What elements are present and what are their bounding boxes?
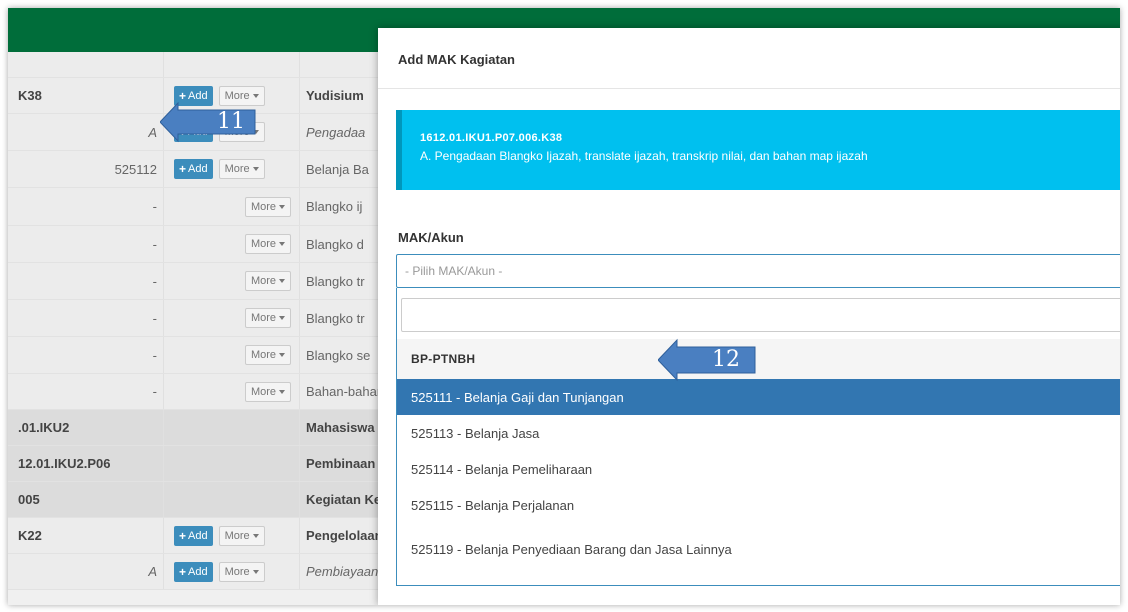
more-button-label: More: [250, 238, 276, 250]
row-code: -: [152, 236, 157, 252]
more-button-label: More: [250, 312, 276, 324]
row-actions: More: [163, 188, 300, 225]
caret-down-icon: [279, 242, 285, 246]
annotation-12-label: 12: [712, 347, 740, 372]
row-code: -: [152, 199, 157, 214]
row-actions: [163, 410, 300, 445]
row-actions: +Add More: [163, 518, 300, 553]
left-arrow-icon: [658, 338, 756, 382]
row-code: -: [152, 310, 157, 326]
plus-icon: +: [179, 564, 187, 579]
row-code: -: [152, 273, 157, 289]
annotation-11: 11: [160, 101, 260, 143]
row-code: K22: [18, 528, 42, 543]
row-code: -: [152, 347, 157, 363]
callout-text: A. Pengadaan Blangko Ijazah, translate i…: [420, 149, 868, 163]
more-button-label: More: [224, 89, 250, 102]
row-actions: [163, 482, 300, 517]
more-button[interactable]: More: [218, 525, 265, 546]
caret-down-icon: [252, 533, 259, 538]
row-code: A: [148, 564, 157, 579]
caret-down-icon: [279, 353, 285, 357]
dropdown-option[interactable]: 525115 - Belanja Perjalanan: [397, 487, 1120, 523]
row-code: 12.01.IKU2.P06: [18, 456, 111, 471]
row-actions: More: [163, 337, 300, 373]
add-button-label: Add: [188, 529, 208, 542]
row-actions: [163, 52, 300, 77]
row-actions: More: [163, 263, 300, 299]
more-button-label: More: [250, 349, 276, 361]
caret-down-icon: [252, 569, 259, 574]
caret-down-icon: [279, 389, 285, 394]
add-button-label: Add: [188, 565, 208, 578]
info-callout: 1612.01.IKU1.P07.006.K38 A. Pengadaan Bl…: [396, 110, 1120, 190]
more-button[interactable]: More: [218, 561, 265, 582]
caret-down-icon: [279, 279, 285, 283]
dropdown-option[interactable]: 525119 - Belanja Penyediaan Barang dan J…: [397, 531, 1120, 567]
row-actions: +Add More: [163, 554, 300, 589]
mak-akun-dropdown: BP-PTNBH 525111 - Belanja Gaji dan Tunja…: [396, 288, 1120, 586]
row-actions: +Add More: [163, 151, 300, 187]
modal-divider: [378, 88, 1120, 89]
row-code: -: [152, 384, 157, 399]
more-button-label: More: [250, 385, 276, 398]
annotation-12: 12: [658, 338, 760, 382]
more-button[interactable]: More: [244, 345, 291, 365]
more-button[interactable]: More: [244, 308, 291, 328]
row-code: 005: [18, 492, 40, 507]
modal-title: Add MAK Kagiatan: [398, 52, 515, 67]
dropdown-search-input[interactable]: [401, 298, 1120, 332]
more-button-label: More: [224, 163, 250, 175]
app-frame: K38+AddMoreYudisiumA+AddMorePengadaa5251…: [8, 8, 1120, 605]
caret-down-icon: [252, 167, 259, 171]
more-button[interactable]: More: [244, 196, 291, 217]
dropdown-option[interactable]: 525113 - Belanja Jasa: [397, 415, 1120, 451]
add-button-label: Add: [188, 163, 208, 175]
row-code: A: [148, 124, 157, 140]
row-code: K38: [18, 88, 42, 103]
mak-akun-label: MAK/Akun: [398, 230, 464, 245]
caret-down-icon: [279, 204, 285, 209]
add-button[interactable]: +Add: [174, 159, 213, 179]
add-button-label: Add: [188, 89, 208, 102]
caret-down-icon: [279, 316, 285, 320]
row-actions: [163, 446, 300, 481]
add-mak-modal: Add MAK Kagiatan 1612.01.IKU1.P07.006.K3…: [378, 28, 1120, 605]
select-placeholder: - Pilih MAK/Akun -: [405, 264, 503, 278]
more-button[interactable]: More: [218, 159, 265, 179]
more-button-label: More: [224, 565, 250, 578]
more-button[interactable]: More: [244, 381, 291, 402]
plus-icon: +: [179, 528, 187, 543]
row-code: .01.IKU2: [18, 420, 70, 435]
more-button-label: More: [224, 529, 250, 542]
add-button[interactable]: +Add: [174, 525, 213, 546]
row-code: [8, 52, 163, 77]
left-arrow-icon: [160, 101, 256, 143]
row-actions: More: [163, 374, 300, 409]
row-actions: More: [163, 226, 300, 262]
mak-akun-select[interactable]: - Pilih MAK/Akun -: [396, 254, 1120, 288]
more-button-label: More: [250, 200, 276, 213]
row-code: 525112: [114, 161, 157, 177]
row-actions: More: [163, 300, 300, 336]
dropdown-option[interactable]: 525111 - Belanja Gaji dan Tunjangan: [397, 379, 1120, 415]
annotation-11-label: 11: [217, 109, 245, 134]
dropdown-option[interactable]: 525114 - Belanja Pemeliharaan: [397, 451, 1120, 487]
more-button-label: More: [250, 275, 276, 287]
callout-code: 1612.01.IKU1.P07.006.K38: [420, 132, 563, 144]
caret-down-icon: [252, 93, 259, 98]
more-button[interactable]: More: [244, 234, 291, 254]
plus-icon: +: [179, 162, 187, 176]
more-button[interactable]: More: [244, 271, 291, 291]
add-button[interactable]: +Add: [174, 561, 213, 582]
